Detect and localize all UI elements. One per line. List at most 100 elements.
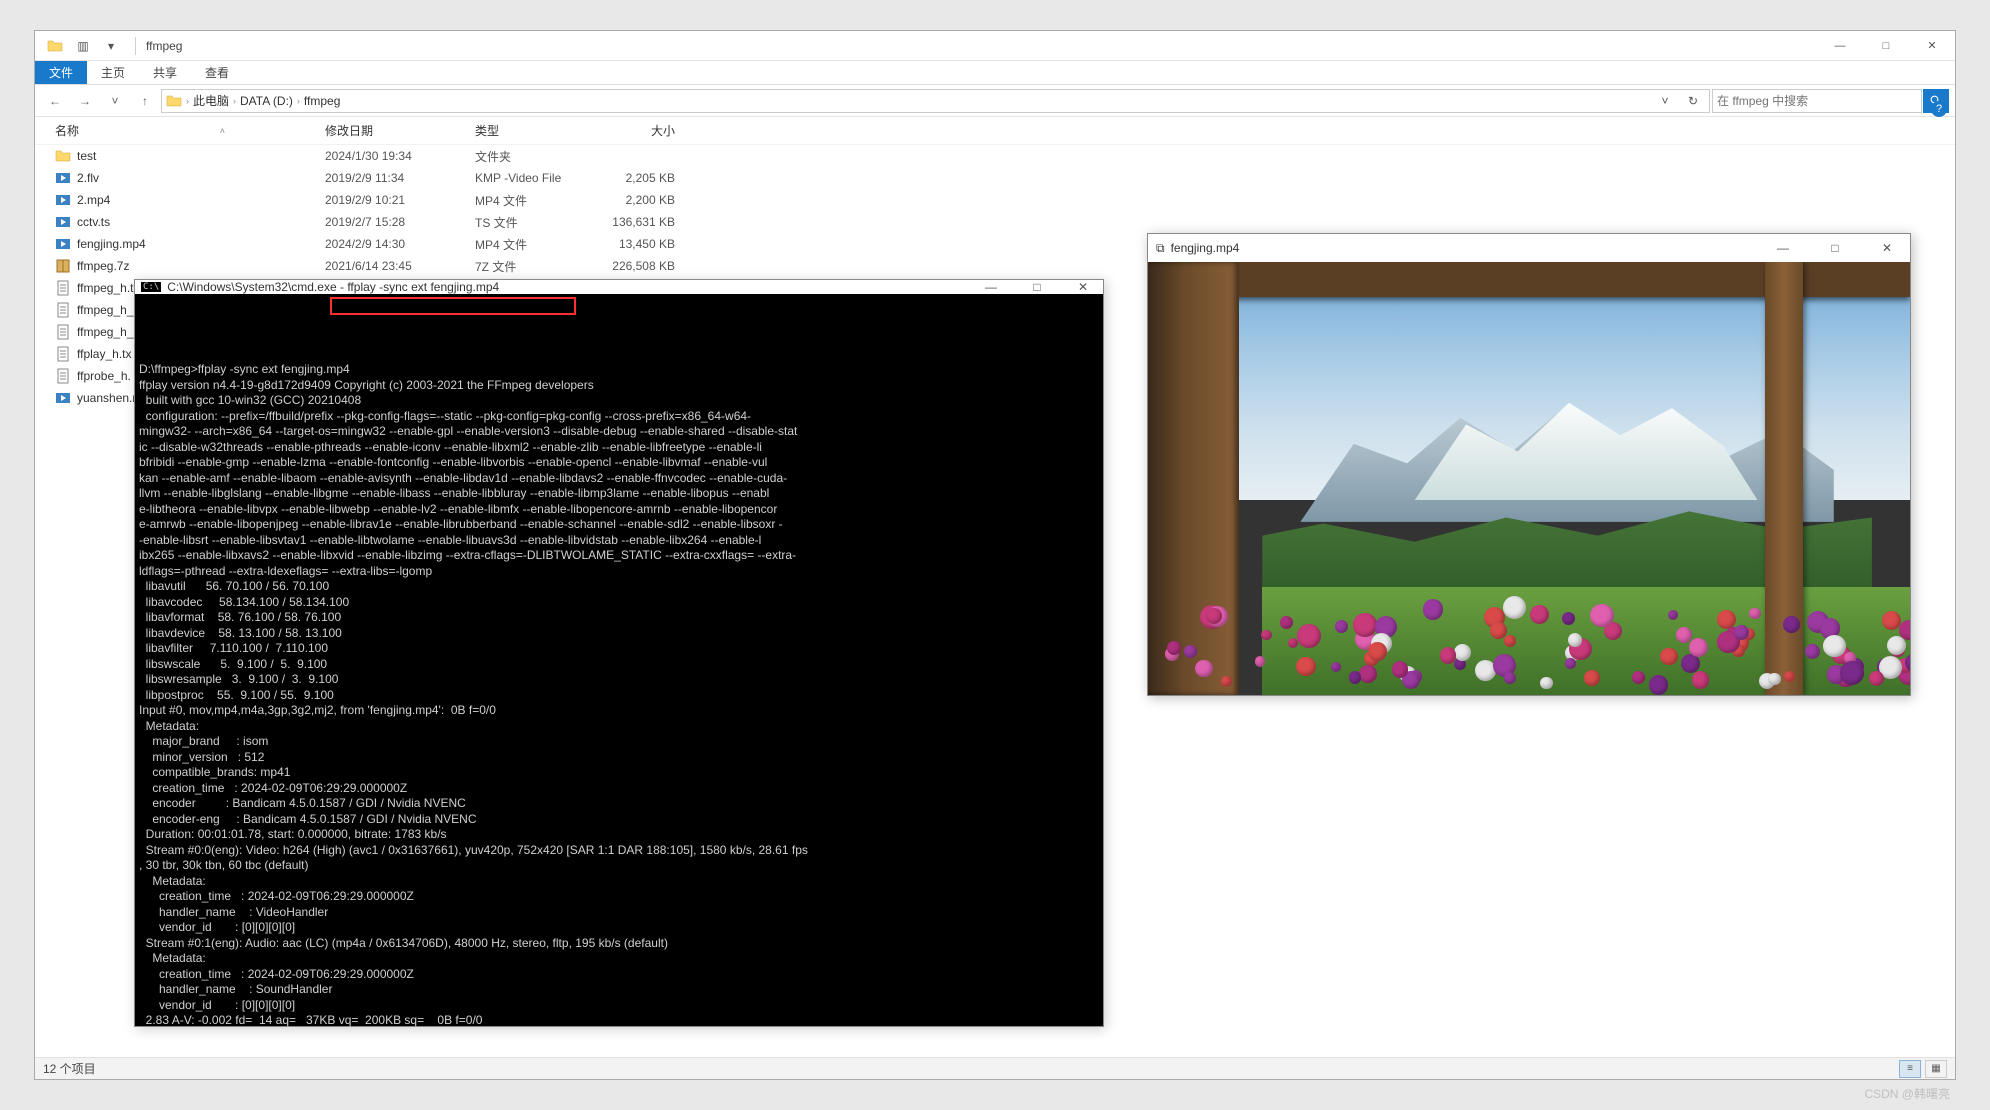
file-row[interactable]: cctv.ts 2019/2/7 15:28TS 文件136,631 KB bbox=[35, 211, 1955, 233]
maximize-button[interactable]: □ bbox=[1017, 280, 1057, 294]
file-name: 2.flv bbox=[77, 171, 99, 185]
status-bar: 12 个项目 ≡ ▦ bbox=[35, 1057, 1955, 1079]
tab-share[interactable]: 共享 bbox=[139, 61, 191, 84]
file-name: 2.mp4 bbox=[77, 193, 110, 207]
text-icon bbox=[55, 302, 71, 318]
text-icon bbox=[55, 368, 71, 384]
chevron-right-icon[interactable]: › bbox=[233, 96, 236, 106]
folder-icon bbox=[41, 35, 69, 57]
video-icon bbox=[55, 192, 71, 208]
file-name: ffprobe_h. bbox=[77, 369, 131, 383]
file-row[interactable]: 2.mp4 2019/2/9 10:21MP4 文件2,200 KB bbox=[35, 189, 1955, 211]
columns-header[interactable]: 名称 ˄ 修改日期 类型 大小 bbox=[35, 117, 1955, 145]
titlebar[interactable]: ▥ ▾ ffmpeg — □ ✕ bbox=[35, 31, 1955, 61]
ffplay-titlebar[interactable]: ⧉ fengjing.mp4 — □ ✕ bbox=[1148, 234, 1910, 262]
text-icon bbox=[55, 280, 71, 296]
cmd-title-text: C:\Windows\System32\cmd.exe - ffplay -sy… bbox=[167, 280, 499, 294]
file-name: fengjing.mp4 bbox=[77, 237, 146, 251]
maximize-button[interactable]: □ bbox=[1863, 31, 1909, 61]
address-dropdown[interactable]: ˅ bbox=[1653, 94, 1677, 108]
file-type: MP4 文件 bbox=[475, 192, 595, 209]
close-button[interactable]: ✕ bbox=[1063, 280, 1103, 294]
separator bbox=[135, 37, 136, 55]
search-input[interactable] bbox=[1717, 94, 1917, 108]
breadcrumb[interactable]: 此电脑 bbox=[193, 92, 229, 109]
file-name: ffmpeg_h.t bbox=[77, 281, 133, 295]
column-size[interactable]: 大小 bbox=[595, 122, 695, 139]
file-size: 226,508 KB bbox=[595, 259, 695, 273]
file-row[interactable]: 2.flv 2019/2/9 11:34KMP -Video File2,205 … bbox=[35, 167, 1955, 189]
qat-dropdown[interactable]: ▾ bbox=[97, 35, 125, 57]
text-icon bbox=[55, 324, 71, 340]
video-icon bbox=[55, 214, 71, 230]
tab-view[interactable]: 查看 bbox=[191, 61, 243, 84]
cmd-output[interactable]: D:\ffmpeg>ffplay -sync ext fengjing.mp4 … bbox=[135, 294, 1103, 1033]
file-date: 2024/2/9 14:30 bbox=[325, 237, 475, 251]
column-type[interactable]: 类型 bbox=[475, 122, 595, 139]
video-icon bbox=[55, 390, 71, 406]
watermark: CSDN @韩曙亮 bbox=[1864, 1085, 1950, 1102]
column-name[interactable]: 名称 bbox=[55, 122, 79, 139]
ffplay-window[interactable]: ⧉ fengjing.mp4 — □ ✕ bbox=[1147, 233, 1911, 696]
maximize-button[interactable]: □ bbox=[1812, 241, 1858, 255]
close-button[interactable]: ✕ bbox=[1909, 31, 1955, 61]
file-date: 2021/6/14 23:45 bbox=[325, 259, 475, 273]
file-name: yuanshen.m bbox=[77, 391, 142, 405]
minimize-button[interactable]: — bbox=[1760, 241, 1806, 255]
file-type: 7Z 文件 bbox=[475, 258, 595, 275]
file-name: ffplay_h.tx bbox=[77, 347, 131, 361]
file-size: 2,200 KB bbox=[595, 193, 695, 207]
refresh-button[interactable]: ↻ bbox=[1681, 94, 1705, 108]
breadcrumb[interactable]: DATA (D:) bbox=[240, 94, 293, 108]
tab-home[interactable]: 主页 bbox=[87, 61, 139, 84]
qat-item[interactable]: ▥ bbox=[69, 35, 97, 57]
chevron-right-icon[interactable]: › bbox=[186, 96, 189, 106]
search-box[interactable] bbox=[1712, 89, 1922, 113]
forward-button[interactable]: → bbox=[71, 89, 99, 113]
ffplay-icon: ⧉ bbox=[1156, 241, 1165, 256]
address-row: ← → ˅ ↑ › 此电脑 › DATA (D:) › ffmpeg ˅ ↻ bbox=[35, 85, 1955, 117]
file-type: MP4 文件 bbox=[475, 236, 595, 253]
help-button[interactable]: ? bbox=[1931, 101, 1947, 117]
minimize-button[interactable]: — bbox=[971, 280, 1011, 294]
cmd-window[interactable]: C:\ C:\Windows\System32\cmd.exe - ffplay… bbox=[134, 279, 1104, 1027]
video-canvas[interactable] bbox=[1148, 262, 1910, 695]
file-size: 13,450 KB bbox=[595, 237, 695, 251]
cmd-icon: C:\ bbox=[141, 282, 161, 292]
file-name: cctv.ts bbox=[77, 215, 110, 229]
video-icon bbox=[55, 170, 71, 186]
breadcrumb[interactable]: ffmpeg bbox=[304, 94, 340, 108]
cmd-titlebar[interactable]: C:\ C:\Windows\System32\cmd.exe - ffplay… bbox=[135, 280, 1103, 294]
view-icons-button[interactable]: ▦ bbox=[1925, 1060, 1947, 1078]
file-size: 2,205 KB bbox=[595, 171, 695, 185]
text-icon bbox=[55, 346, 71, 362]
up-button[interactable]: ↑ bbox=[131, 89, 159, 113]
address-bar[interactable]: › 此电脑 › DATA (D:) › ffmpeg ˅ ↻ bbox=[161, 89, 1710, 113]
status-text: 12 个项目 bbox=[43, 1060, 96, 1077]
folder-icon bbox=[55, 148, 71, 164]
file-type: TS 文件 bbox=[475, 214, 595, 231]
file-name: ffmpeg_h_ bbox=[77, 303, 134, 317]
file-type: KMP -Video File bbox=[475, 171, 595, 185]
file-date: 2024/1/30 19:34 bbox=[325, 149, 475, 163]
highlight-box bbox=[330, 297, 576, 315]
file-name: ffmpeg.7z bbox=[77, 259, 129, 273]
file-date: 2019/2/7 15:28 bbox=[325, 215, 475, 229]
video-icon bbox=[55, 236, 71, 252]
ribbon-tabs: 文件 主页 共享 查看 bbox=[35, 61, 1955, 85]
close-button[interactable]: ✕ bbox=[1864, 241, 1910, 255]
view-details-button[interactable]: ≡ bbox=[1899, 1060, 1921, 1078]
minimize-button[interactable]: — bbox=[1817, 31, 1863, 61]
file-name: ffmpeg_h_D bbox=[77, 325, 142, 339]
file-size: 136,631 KB bbox=[595, 215, 695, 229]
back-button[interactable]: ← bbox=[41, 89, 69, 113]
column-date[interactable]: 修改日期 bbox=[325, 122, 475, 139]
chevron-right-icon[interactable]: › bbox=[297, 96, 300, 106]
file-date: 2019/2/9 11:34 bbox=[325, 171, 475, 185]
file-date: 2019/2/9 10:21 bbox=[325, 193, 475, 207]
file-row[interactable]: test2024/1/30 19:34文件夹 bbox=[35, 145, 1955, 167]
recent-dropdown[interactable]: ˅ bbox=[101, 89, 129, 113]
flowers bbox=[1148, 600, 1910, 695]
archive-icon bbox=[55, 258, 71, 274]
tab-file[interactable]: 文件 bbox=[35, 61, 87, 84]
